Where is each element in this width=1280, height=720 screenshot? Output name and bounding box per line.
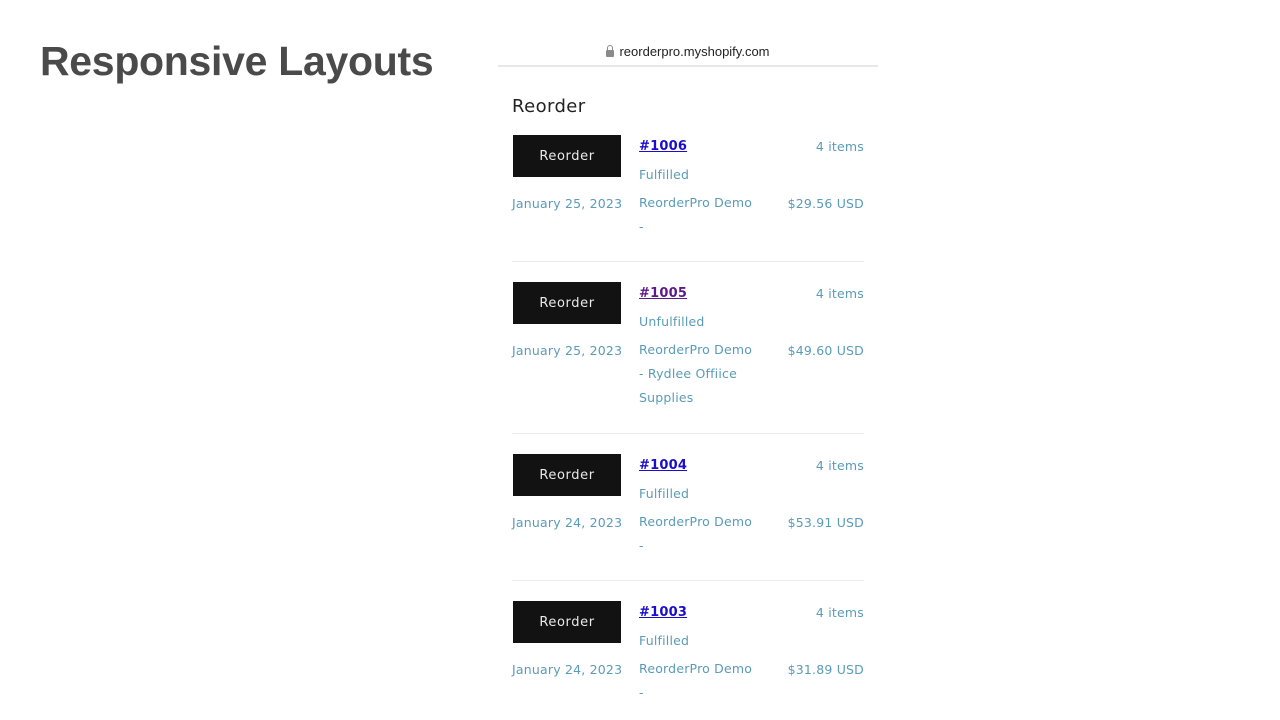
order-total: $53.91 USD bbox=[787, 515, 864, 530]
page-heading: Reorder bbox=[512, 96, 586, 117]
fulfillment-status: Fulfilled bbox=[639, 633, 690, 648]
order-number-link[interactable]: #1003 bbox=[639, 605, 687, 620]
order-number-link[interactable]: #1006 bbox=[639, 139, 687, 154]
fulfillment-status: Unfulfilled bbox=[639, 314, 705, 329]
order-number-link[interactable]: #1005 bbox=[639, 286, 687, 301]
order-total: $29.56 USD bbox=[787, 196, 864, 211]
url-text: reorderpro.myshopify.com bbox=[619, 44, 770, 59]
reorder-button[interactable]: Reorder bbox=[513, 601, 621, 643]
item-count: 4 items bbox=[815, 458, 864, 473]
customer-name: ReorderPro Demo - bbox=[639, 514, 753, 553]
order-date: January 25, 2023 bbox=[512, 343, 623, 358]
slide-title: Responsive Layouts bbox=[40, 38, 434, 84]
order-date: January 24, 2023 bbox=[512, 515, 623, 530]
address-bar[interactable]: reorderpro.myshopify.com bbox=[498, 38, 878, 67]
order-row: Reorder #1003 4 items Fulfilled January … bbox=[512, 601, 864, 720]
customer-name: ReorderPro Demo - bbox=[639, 661, 753, 700]
item-count: 4 items bbox=[815, 286, 864, 301]
order-row: Reorder #1006 4 items Fulfilled January … bbox=[512, 135, 864, 262]
reorder-button[interactable]: Reorder bbox=[513, 282, 621, 324]
fulfillment-status: Fulfilled bbox=[639, 486, 690, 501]
order-row: Reorder #1004 4 items Fulfilled January … bbox=[512, 454, 864, 581]
reorder-button[interactable]: Reorder bbox=[513, 135, 621, 177]
fulfillment-status: Fulfilled bbox=[639, 167, 690, 182]
order-total: $49.60 USD bbox=[787, 343, 864, 358]
order-total: $31.89 USD bbox=[787, 662, 864, 677]
order-date: January 24, 2023 bbox=[512, 662, 623, 677]
item-count: 4 items bbox=[815, 139, 864, 154]
order-list: Reorder #1006 4 items Fulfilled January … bbox=[512, 135, 864, 720]
lock-icon bbox=[606, 44, 615, 57]
item-count: 4 items bbox=[815, 605, 864, 620]
customer-name: ReorderPro Demo - bbox=[639, 195, 753, 234]
customer-name: ReorderPro Demo - Rydlee Offiice Supplie… bbox=[639, 342, 753, 405]
order-number-link[interactable]: #1004 bbox=[639, 458, 687, 473]
order-date: January 25, 2023 bbox=[512, 196, 623, 211]
mobile-browser-frame: reorderpro.myshopify.com Reorder Reorder… bbox=[498, 38, 878, 720]
reorder-button[interactable]: Reorder bbox=[513, 454, 621, 496]
order-row: Reorder #1005 4 items Unfulfilled Januar… bbox=[512, 282, 864, 434]
